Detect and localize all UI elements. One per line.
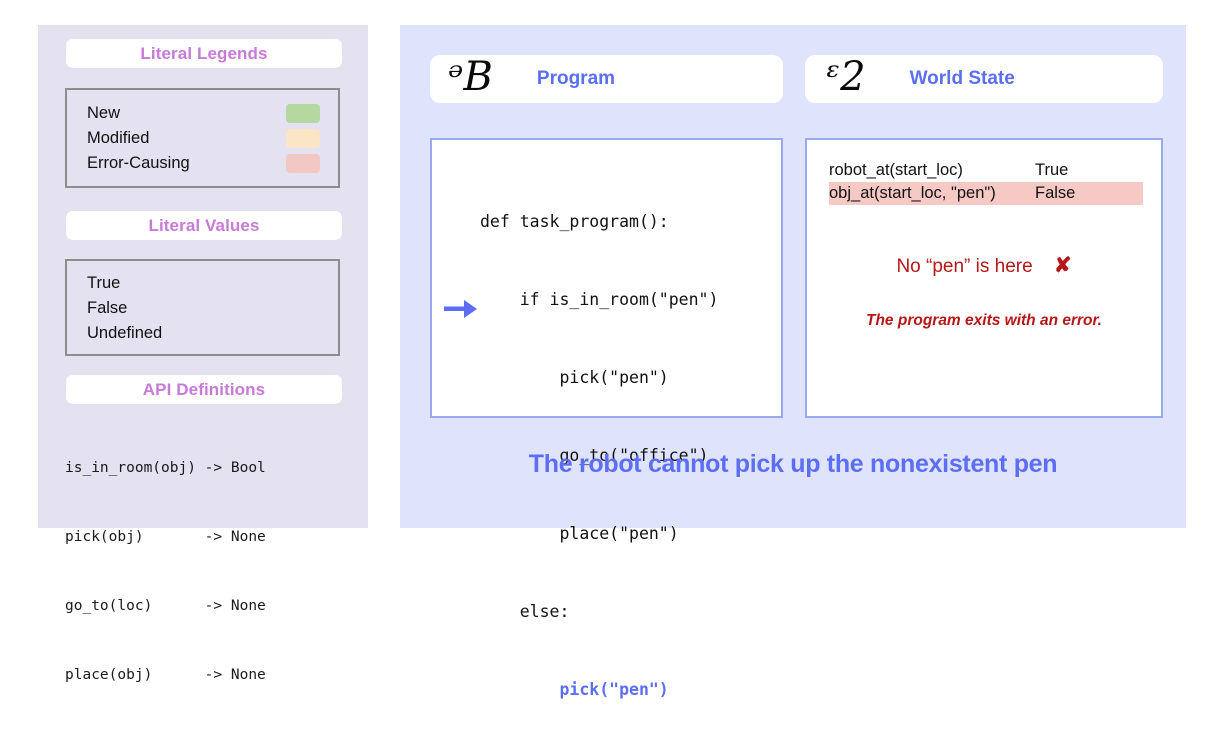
figure-caption: The robot cannot pick up the nonexistent… <box>528 450 1058 478</box>
error-message: No “pen” is here ✘ <box>807 253 1161 278</box>
table-row: robot_at(start_loc) True <box>829 159 1143 182</box>
legend-list-box: New Modified Error-Causing <box>65 88 340 188</box>
legend-label-modified: Modified <box>87 129 150 147</box>
legend-label-error-causing: Error-Causing <box>87 154 190 172</box>
table-row: obj_at(start_loc, "pen") False <box>829 182 1143 205</box>
program-column-header: ᵊB Program <box>430 55 783 103</box>
world-state-box: robot_at(start_loc) True obj_at(start_lo… <box>805 138 1163 418</box>
api-section-title: API Definitions <box>142 379 266 399</box>
api-definition-line: place(obj) -> None <box>65 667 266 683</box>
world-state-table: robot_at(start_loc) True obj_at(start_lo… <box>829 159 1143 205</box>
script-p-icon: ᵊB <box>448 54 493 100</box>
program-column-title: Program <box>536 68 616 89</box>
state-value: True <box>1035 161 1069 179</box>
code-line-current: pick("pen") <box>480 680 669 699</box>
world-state-column-header: ᵋ2 World State <box>805 55 1163 103</box>
legend-swatch-new <box>286 104 320 123</box>
exit-message: The program exits with an error. <box>865 312 1102 329</box>
code-line: if is_in_room("pen") <box>480 290 719 309</box>
execution-panel: ᵊB Program ᵋ2 World State def task_progr… <box>400 25 1186 699</box>
world-state-column-title: World State <box>909 68 1015 89</box>
code-line: place("pen") <box>480 524 679 543</box>
code-line: def task_program(): <box>480 212 669 231</box>
legend-swatch-modified <box>286 129 320 148</box>
literal-values-box: True False Undefined <box>65 259 340 356</box>
legend-swatch-error-causing <box>286 154 320 173</box>
api-definition-line: is_in_room(obj) -> Bool <box>65 460 266 476</box>
legend-label-new: New <box>87 104 121 122</box>
code-line: pick("pen") <box>480 368 669 387</box>
code-line: else: <box>480 602 570 621</box>
literal-value-true: True <box>87 274 121 292</box>
legend-section-title: Literal Legends <box>140 43 268 63</box>
api-definition-line: go_to(loc) -> None <box>65 598 266 614</box>
state-predicate: obj_at(start_loc, "pen") <box>829 184 996 202</box>
script-w-icon: ᵋ2 <box>823 54 866 100</box>
literal-reference-panel: Literal Legends New Modified Error-Causi… <box>38 25 368 683</box>
state-predicate: robot_at(start_loc) <box>829 161 963 179</box>
state-value: False <box>1035 184 1076 202</box>
legend-item-modified: Modified <box>67 126 338 151</box>
values-section-title: Literal Values <box>148 215 260 235</box>
api-section-header: API Definitions <box>66 375 342 404</box>
legend-item-error-causing: Error-Causing <box>67 151 338 176</box>
api-definition-line: pick(obj) -> None <box>65 529 266 545</box>
literal-value-undefined: Undefined <box>87 324 163 342</box>
legend-section-header: Literal Legends <box>66 39 342 68</box>
literal-value-false: False <box>87 299 128 317</box>
values-section-header: Literal Values <box>66 211 342 240</box>
program-code-box: def task_program(): if is_in_room("pen")… <box>430 138 783 699</box>
api-definitions-code: is_in_room(obj) -> Bool pick(obj) -> Non… <box>65 411 357 733</box>
arrow-right-icon <box>444 298 478 320</box>
error-message-text: No “pen” is here <box>896 256 1033 277</box>
cross-mark-icon: ✘ <box>1053 254 1072 277</box>
legend-item-new: New <box>67 101 338 126</box>
